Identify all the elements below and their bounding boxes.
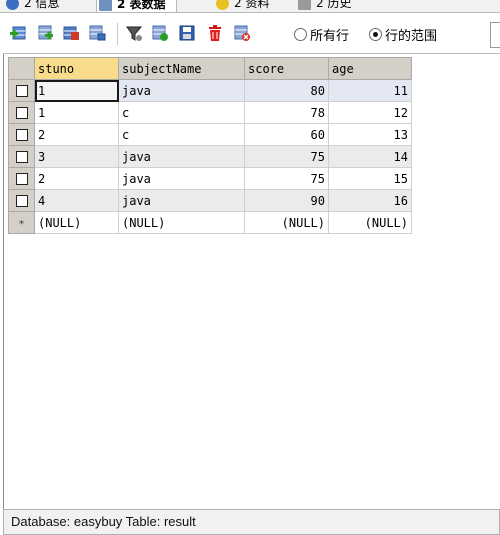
row-selector[interactable] [8, 145, 35, 168]
cell-subjectname[interactable]: java [118, 145, 245, 168]
data-grid-area: stuno subjectName score age 1 java 80 11… [3, 53, 500, 509]
row-checkbox[interactable] [15, 173, 28, 185]
tab-table-data[interactable]: 2 表数据 [96, 0, 177, 12]
duplicate-row-icon[interactable] [36, 24, 54, 42]
header-row: stuno subjectName score age [8, 57, 412, 80]
cell-age[interactable]: 11 [328, 79, 412, 102]
table-row: 2 java 75 15 [8, 167, 412, 190]
radio-row-range[interactable]: 行的范围 [369, 25, 438, 44]
column-header-subjectname[interactable]: subjectName [118, 57, 245, 80]
cell-subjectname[interactable]: java [118, 189, 245, 212]
table-row: 4 java 90 16 [8, 189, 412, 212]
delete-icon[interactable] [206, 24, 224, 42]
cell-stuno[interactable]: 3 [34, 145, 119, 168]
tab-history-label: 2 历史 [316, 0, 352, 10]
filter-icon[interactable] [125, 24, 143, 42]
radio-row-range-button[interactable] [369, 27, 382, 41]
cell-age[interactable]: 14 [328, 145, 412, 168]
cell-subjectname[interactable]: java [118, 167, 245, 190]
new-row-star-icon: * [18, 218, 25, 230]
tab-table-data-label: 2 表数据 [117, 0, 166, 11]
cell-subjectname[interactable]: c [118, 101, 245, 124]
cell-score[interactable]: 90 [244, 189, 329, 212]
cell-score[interactable]: 75 [244, 167, 329, 190]
cell-score[interactable]: 75 [244, 145, 329, 168]
new-row: * (NULL) (NULL) (NULL) (NULL) [8, 211, 412, 234]
cell-age[interactable]: (NULL) [328, 211, 412, 234]
row-selector[interactable] [8, 189, 35, 212]
table-row: 2 c 60 13 [8, 123, 412, 146]
cell-age[interactable]: 12 [328, 101, 412, 124]
add-filter-icon[interactable] [151, 24, 169, 42]
cell-age[interactable]: 15 [328, 167, 412, 190]
tab-profile[interactable]: 2 资料 [214, 0, 270, 12]
cell-stuno[interactable]: 2 [34, 123, 119, 146]
row-checkbox[interactable] [15, 85, 28, 97]
radio-all-rows[interactable]: 所有行 [294, 25, 350, 44]
radio-row-range-label: 行的范围 [385, 28, 438, 44]
save-icon[interactable] [178, 24, 196, 42]
cell-stuno[interactable]: (NULL) [34, 211, 119, 234]
tab-history[interactable]: 2 历史 [296, 0, 352, 12]
new-row-marker[interactable]: * [8, 211, 35, 234]
radio-all-rows-label: 所有行 [310, 28, 350, 44]
cell-subjectname[interactable]: (NULL) [118, 211, 245, 234]
cell-stuno[interactable]: 4 [34, 189, 119, 212]
profile-icon [216, 0, 229, 10]
cell-stuno[interactable]: 1 [34, 79, 119, 102]
cell-age[interactable]: 16 [328, 189, 412, 212]
table-row: 3 java 75 14 [8, 145, 412, 168]
table-row: 1 c 78 12 [8, 101, 412, 124]
cell-score[interactable]: (NULL) [244, 211, 329, 234]
radio-all-rows-button[interactable] [294, 27, 307, 41]
save-rows-icon[interactable] [62, 24, 80, 42]
row-checkbox[interactable] [15, 107, 28, 119]
row-selector[interactable] [8, 101, 35, 124]
column-header-score[interactable]: score [244, 57, 329, 80]
cell-stuno[interactable]: 1 [34, 101, 119, 124]
row-checkbox[interactable] [15, 151, 28, 163]
cell-score[interactable]: 78 [244, 101, 329, 124]
toolbar: 所有行 行的范围 [0, 14, 500, 54]
export-icon[interactable] [88, 24, 106, 42]
column-header-age[interactable]: age [328, 57, 412, 80]
row-selector[interactable] [8, 167, 35, 190]
data-grid: stuno subjectName score age 1 java 80 11… [8, 57, 412, 234]
tab-info-label: 2 信息 [24, 0, 60, 10]
row-checkbox[interactable] [15, 129, 28, 141]
toolbar-separator [117, 23, 118, 45]
column-header-stuno[interactable]: stuno [34, 57, 119, 80]
row-selector[interactable] [8, 79, 35, 102]
cancel-icon[interactable] [233, 24, 251, 42]
table-row: 1 java 80 11 [8, 79, 412, 102]
row-checkbox[interactable] [15, 195, 28, 207]
tab-profile-label: 2 资料 [234, 0, 270, 10]
info-icon [6, 0, 19, 10]
tab-strip: 2 信息 2 表数据 2 资料 2 历史 [0, 0, 500, 13]
status-bar: Database: easybuy Table: result [3, 509, 500, 535]
table-icon [99, 0, 112, 11]
cell-subjectname[interactable]: java [118, 79, 245, 102]
cell-subjectname[interactable]: c [118, 123, 245, 146]
insert-row-icon[interactable] [9, 24, 27, 42]
cell-score[interactable]: 60 [244, 123, 329, 146]
cell-stuno[interactable]: 2 [34, 167, 119, 190]
row-selector[interactable] [8, 123, 35, 146]
tab-info[interactable]: 2 信息 [4, 0, 60, 12]
cell-age[interactable]: 13 [328, 123, 412, 146]
overflow-control[interactable] [490, 22, 500, 48]
grid-corner[interactable] [8, 57, 35, 80]
history-icon [298, 0, 311, 10]
cell-score[interactable]: 80 [244, 79, 329, 102]
